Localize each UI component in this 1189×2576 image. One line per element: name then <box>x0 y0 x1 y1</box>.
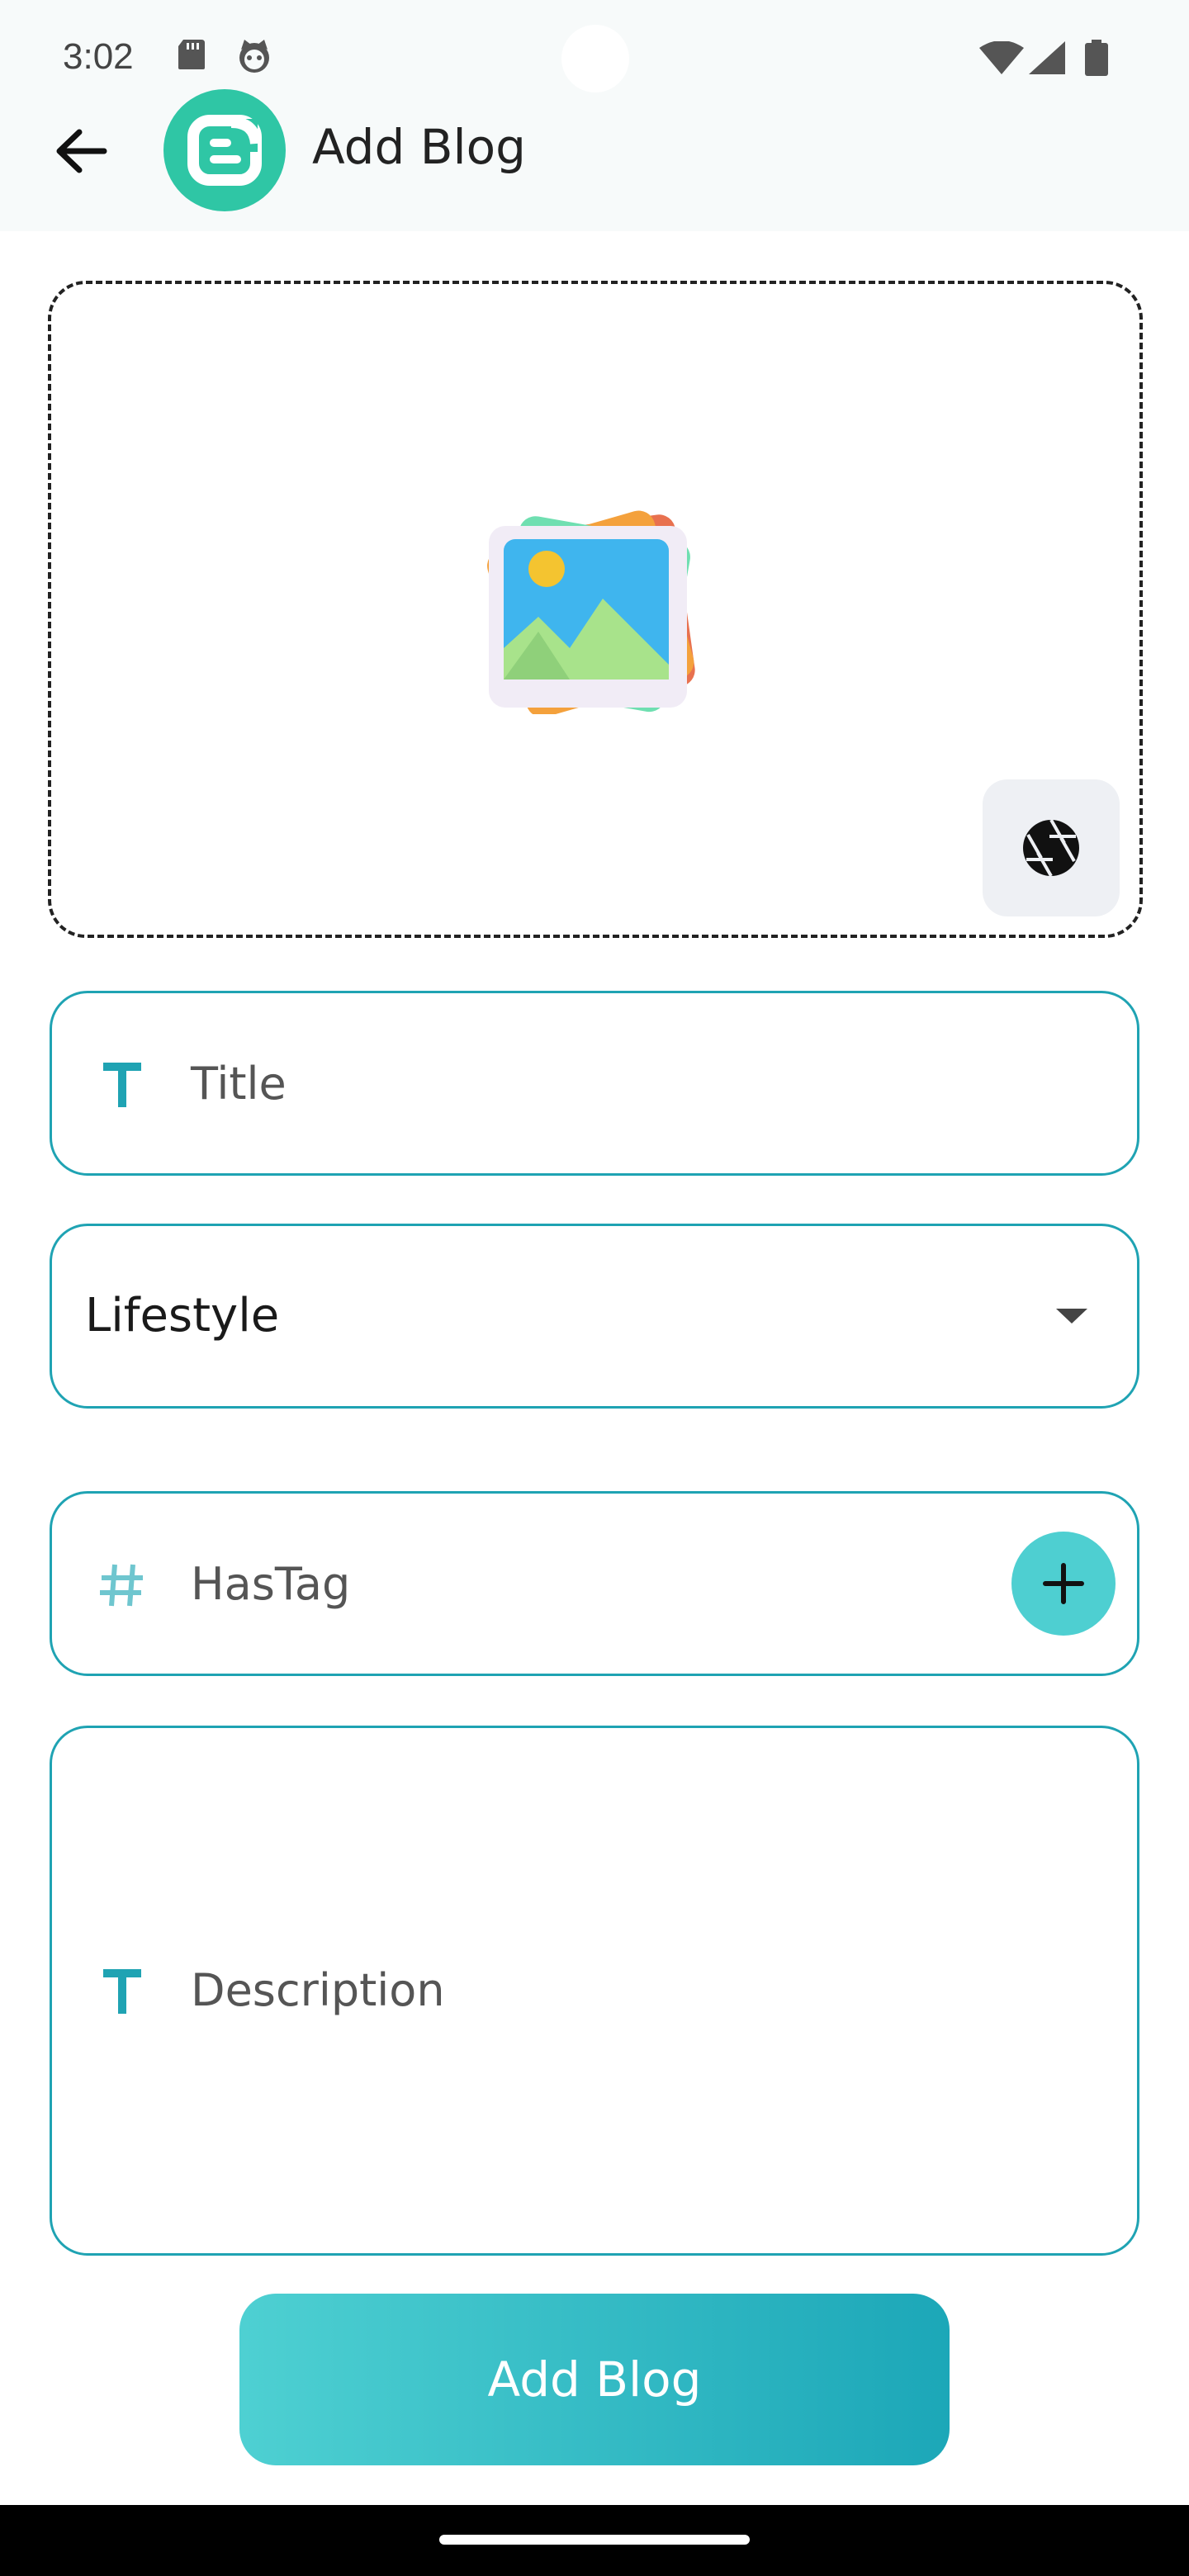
arrow-left-icon <box>56 129 107 173</box>
category-dropdown[interactable]: Lifestyle <box>50 1224 1139 1409</box>
title-input[interactable]: Title <box>191 1058 287 1110</box>
hashtag-field[interactable]: HasTag <box>50 1491 1139 1676</box>
hashtag-icon <box>98 1561 146 1609</box>
image-gallery-icon <box>479 508 710 717</box>
cat-face-icon <box>236 38 269 73</box>
page-title: Add Blog <box>312 119 526 175</box>
signal-icon <box>1029 41 1065 74</box>
battery-icon <box>1085 40 1108 76</box>
front-camera-cutout <box>561 25 629 92</box>
hashtag-input[interactable]: HasTag <box>191 1558 350 1610</box>
description-input[interactable]: Description <box>191 1964 445 2016</box>
home-gesture-handle[interactable] <box>439 2535 750 2545</box>
category-selected-value: Lifestyle <box>85 1289 280 1342</box>
camera-shutter-icon <box>1023 819 1079 877</box>
status-time: 3:02 <box>63 36 134 77</box>
chevron-down-icon <box>1053 1305 1091 1327</box>
back-button[interactable] <box>50 124 116 178</box>
camera-button[interactable] <box>983 779 1120 916</box>
sd-card-icon <box>175 38 208 71</box>
add-blog-button[interactable]: Add Blog <box>239 2294 950 2465</box>
blogger-logo-icon <box>163 89 286 211</box>
wifi-icon <box>979 40 1024 74</box>
add-hashtag-button[interactable] <box>1011 1532 1116 1636</box>
title-field[interactable]: Title <box>50 991 1139 1176</box>
plus-icon <box>1043 1563 1084 1604</box>
description-field[interactable]: Description <box>50 1726 1139 2256</box>
text-icon <box>98 1968 146 2015</box>
text-icon <box>98 1061 146 1109</box>
